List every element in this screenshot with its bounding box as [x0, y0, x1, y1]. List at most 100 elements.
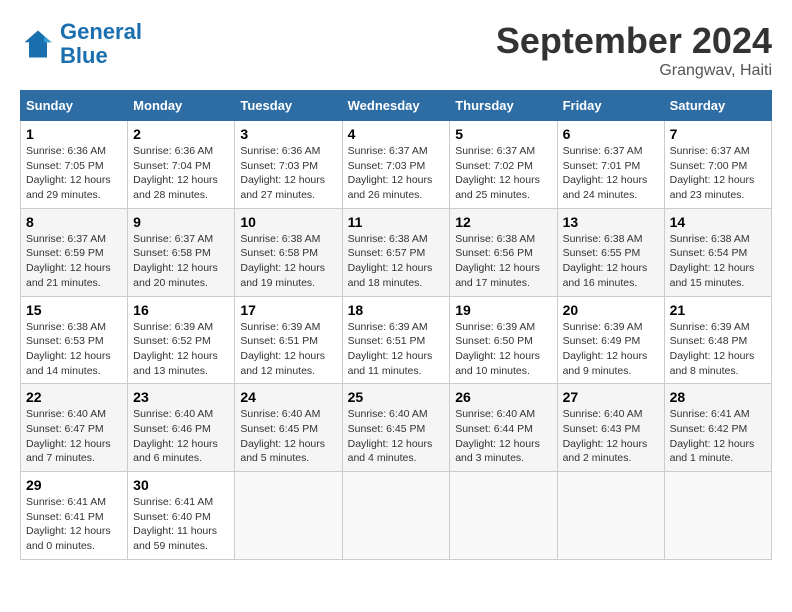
day-info: Sunrise: 6:36 AM Sunset: 7:03 PM Dayligh…	[240, 144, 336, 203]
day-number: 5	[455, 126, 551, 142]
calendar-cell: 21 Sunrise: 6:39 AM Sunset: 6:48 PM Dayl…	[664, 296, 771, 384]
day-number: 10	[240, 214, 336, 230]
day-number: 26	[455, 389, 551, 405]
day-number: 22	[26, 389, 122, 405]
day-info: Sunrise: 6:36 AM Sunset: 7:04 PM Dayligh…	[133, 144, 229, 203]
page-header: General Blue September 2024 Grangwav, Ha…	[20, 20, 772, 80]
day-info: Sunrise: 6:37 AM Sunset: 6:59 PM Dayligh…	[26, 232, 122, 291]
calendar-cell: 29 Sunrise: 6:41 AM Sunset: 6:41 PM Dayl…	[21, 472, 128, 560]
calendar-cell: 9 Sunrise: 6:37 AM Sunset: 6:58 PM Dayli…	[128, 208, 235, 296]
day-number: 18	[348, 302, 445, 318]
calendar-cell: 8 Sunrise: 6:37 AM Sunset: 6:59 PM Dayli…	[21, 208, 128, 296]
day-info: Sunrise: 6:41 AM Sunset: 6:41 PM Dayligh…	[26, 495, 122, 554]
calendar-cell: 1 Sunrise: 6:36 AM Sunset: 7:05 PM Dayli…	[21, 121, 128, 209]
calendar-week-2: 8 Sunrise: 6:37 AM Sunset: 6:59 PM Dayli…	[21, 208, 772, 296]
calendar-cell: 22 Sunrise: 6:40 AM Sunset: 6:47 PM Dayl…	[21, 384, 128, 472]
day-number: 20	[563, 302, 659, 318]
logo: General Blue	[20, 20, 142, 68]
day-number: 24	[240, 389, 336, 405]
location-title: Grangwav, Haiti	[496, 62, 772, 80]
calendar-week-1: 1 Sunrise: 6:36 AM Sunset: 7:05 PM Dayli…	[21, 121, 772, 209]
col-monday: Monday	[128, 91, 235, 121]
calendar-week-5: 29 Sunrise: 6:41 AM Sunset: 6:41 PM Dayl…	[21, 472, 772, 560]
day-info: Sunrise: 6:37 AM Sunset: 7:00 PM Dayligh…	[670, 144, 766, 203]
calendar-table: Sunday Monday Tuesday Wednesday Thursday…	[20, 90, 772, 560]
day-number: 19	[455, 302, 551, 318]
calendar-cell: 4 Sunrise: 6:37 AM Sunset: 7:03 PM Dayli…	[342, 121, 450, 209]
calendar-cell: 30 Sunrise: 6:41 AM Sunset: 6:40 PM Dayl…	[128, 472, 235, 560]
calendar-cell: 18 Sunrise: 6:39 AM Sunset: 6:51 PM Dayl…	[342, 296, 450, 384]
day-info: Sunrise: 6:36 AM Sunset: 7:05 PM Dayligh…	[26, 144, 122, 203]
title-block: September 2024 Grangwav, Haiti	[496, 20, 772, 80]
day-info: Sunrise: 6:40 AM Sunset: 6:45 PM Dayligh…	[240, 407, 336, 466]
calendar-cell: 14 Sunrise: 6:38 AM Sunset: 6:54 PM Dayl…	[664, 208, 771, 296]
day-number: 23	[133, 389, 229, 405]
day-info: Sunrise: 6:40 AM Sunset: 6:43 PM Dayligh…	[563, 407, 659, 466]
day-info: Sunrise: 6:39 AM Sunset: 6:50 PM Dayligh…	[455, 320, 551, 379]
col-sunday: Sunday	[21, 91, 128, 121]
month-title: September 2024	[496, 20, 772, 62]
day-info: Sunrise: 6:37 AM Sunset: 7:02 PM Dayligh…	[455, 144, 551, 203]
day-number: 6	[563, 126, 659, 142]
day-info: Sunrise: 6:39 AM Sunset: 6:48 PM Dayligh…	[670, 320, 766, 379]
day-number: 2	[133, 126, 229, 142]
calendar-cell: 10 Sunrise: 6:38 AM Sunset: 6:58 PM Dayl…	[235, 208, 342, 296]
day-info: Sunrise: 6:38 AM Sunset: 6:58 PM Dayligh…	[240, 232, 336, 291]
logo-icon	[20, 26, 56, 62]
calendar-week-4: 22 Sunrise: 6:40 AM Sunset: 6:47 PM Dayl…	[21, 384, 772, 472]
calendar-header-row: Sunday Monday Tuesday Wednesday Thursday…	[21, 91, 772, 121]
col-wednesday: Wednesday	[342, 91, 450, 121]
day-number: 13	[563, 214, 659, 230]
day-info: Sunrise: 6:40 AM Sunset: 6:47 PM Dayligh…	[26, 407, 122, 466]
day-info: Sunrise: 6:38 AM Sunset: 6:54 PM Dayligh…	[670, 232, 766, 291]
day-number: 28	[670, 389, 766, 405]
calendar-cell: 19 Sunrise: 6:39 AM Sunset: 6:50 PM Dayl…	[450, 296, 557, 384]
day-number: 27	[563, 389, 659, 405]
calendar-cell	[235, 472, 342, 560]
day-info: Sunrise: 6:39 AM Sunset: 6:52 PM Dayligh…	[133, 320, 229, 379]
calendar-cell: 17 Sunrise: 6:39 AM Sunset: 6:51 PM Dayl…	[235, 296, 342, 384]
calendar-cell	[557, 472, 664, 560]
day-number: 1	[26, 126, 122, 142]
col-saturday: Saturday	[664, 91, 771, 121]
day-number: 3	[240, 126, 336, 142]
day-info: Sunrise: 6:40 AM Sunset: 6:44 PM Dayligh…	[455, 407, 551, 466]
calendar-cell: 25 Sunrise: 6:40 AM Sunset: 6:45 PM Dayl…	[342, 384, 450, 472]
calendar-cell: 15 Sunrise: 6:38 AM Sunset: 6:53 PM Dayl…	[21, 296, 128, 384]
calendar-cell: 11 Sunrise: 6:38 AM Sunset: 6:57 PM Dayl…	[342, 208, 450, 296]
calendar-cell	[450, 472, 557, 560]
day-number: 29	[26, 477, 122, 493]
day-number: 9	[133, 214, 229, 230]
col-tuesday: Tuesday	[235, 91, 342, 121]
calendar-cell: 24 Sunrise: 6:40 AM Sunset: 6:45 PM Dayl…	[235, 384, 342, 472]
day-number: 7	[670, 126, 766, 142]
day-info: Sunrise: 6:40 AM Sunset: 6:45 PM Dayligh…	[348, 407, 445, 466]
calendar-week-3: 15 Sunrise: 6:38 AM Sunset: 6:53 PM Dayl…	[21, 296, 772, 384]
day-number: 30	[133, 477, 229, 493]
calendar-cell: 16 Sunrise: 6:39 AM Sunset: 6:52 PM Dayl…	[128, 296, 235, 384]
day-info: Sunrise: 6:40 AM Sunset: 6:46 PM Dayligh…	[133, 407, 229, 466]
day-number: 17	[240, 302, 336, 318]
calendar-cell	[664, 472, 771, 560]
calendar-cell: 12 Sunrise: 6:38 AM Sunset: 6:56 PM Dayl…	[450, 208, 557, 296]
day-info: Sunrise: 6:37 AM Sunset: 7:03 PM Dayligh…	[348, 144, 445, 203]
calendar-cell: 5 Sunrise: 6:37 AM Sunset: 7:02 PM Dayli…	[450, 121, 557, 209]
day-info: Sunrise: 6:37 AM Sunset: 7:01 PM Dayligh…	[563, 144, 659, 203]
day-number: 4	[348, 126, 445, 142]
day-info: Sunrise: 6:41 AM Sunset: 6:40 PM Dayligh…	[133, 495, 229, 554]
day-info: Sunrise: 6:39 AM Sunset: 6:51 PM Dayligh…	[240, 320, 336, 379]
day-info: Sunrise: 6:39 AM Sunset: 6:51 PM Dayligh…	[348, 320, 445, 379]
logo-text: General Blue	[60, 20, 142, 68]
day-number: 14	[670, 214, 766, 230]
calendar-cell: 3 Sunrise: 6:36 AM Sunset: 7:03 PM Dayli…	[235, 121, 342, 209]
calendar-cell: 28 Sunrise: 6:41 AM Sunset: 6:42 PM Dayl…	[664, 384, 771, 472]
calendar-cell: 26 Sunrise: 6:40 AM Sunset: 6:44 PM Dayl…	[450, 384, 557, 472]
col-friday: Friday	[557, 91, 664, 121]
day-info: Sunrise: 6:38 AM Sunset: 6:57 PM Dayligh…	[348, 232, 445, 291]
day-number: 8	[26, 214, 122, 230]
calendar-cell: 2 Sunrise: 6:36 AM Sunset: 7:04 PM Dayli…	[128, 121, 235, 209]
day-number: 15	[26, 302, 122, 318]
day-number: 16	[133, 302, 229, 318]
calendar-cell: 20 Sunrise: 6:39 AM Sunset: 6:49 PM Dayl…	[557, 296, 664, 384]
col-thursday: Thursday	[450, 91, 557, 121]
